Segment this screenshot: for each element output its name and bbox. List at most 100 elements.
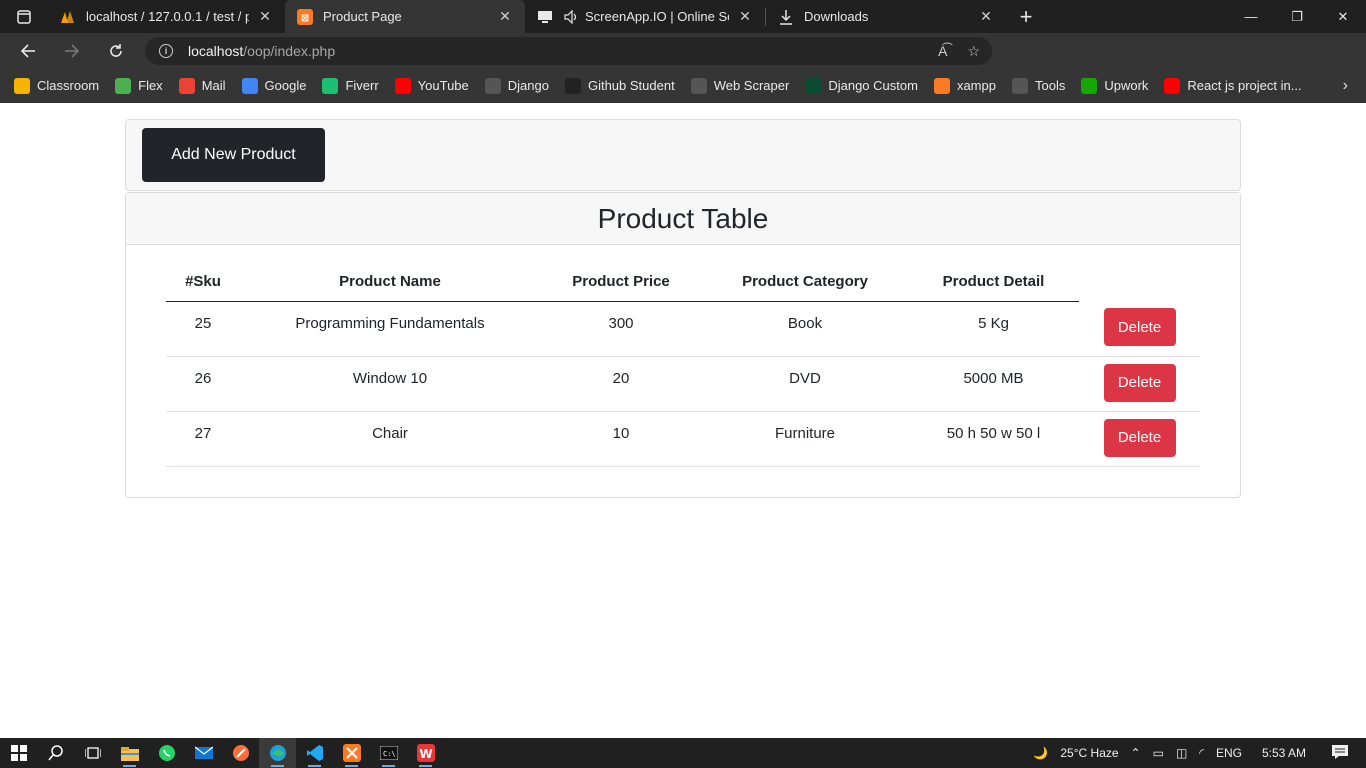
mail-button[interactable] [185,738,222,768]
delete-button[interactable]: Delete [1103,308,1176,346]
read-aloud-icon[interactable]: A͡ [938,43,947,60]
terminal-button[interactable]: C:\ [370,738,407,768]
xampp-control-button[interactable] [333,738,370,768]
bookmark-label: Classroom [37,78,100,93]
cell-price: 300 [540,301,702,357]
cell-name: Window 10 [240,356,540,412]
vscode-button[interactable] [296,738,333,768]
whatsapp-icon [158,745,175,761]
address-bar[interactable]: i localhost/oop/index.php A͡ ☆ [145,37,992,65]
bookmark-favicon-icon [1081,77,1098,94]
cell-sku: 26 [166,356,240,412]
postman-button[interactable] [222,738,259,768]
back-arrow-icon [20,44,35,58]
more-bookmarks-chevron-icon[interactable]: › [1343,77,1348,95]
cell-name: Chair [240,411,540,467]
tab-actions-button[interactable] [0,0,48,33]
tab-product-page[interactable]: ⊠ Product Page ✕ [285,0,525,33]
file-explorer-button[interactable] [111,738,148,768]
product-table-card: Product Table #Sku Product Name Product … [125,192,1241,498]
bookmark-item[interactable]: Django Custom [805,77,918,94]
cell-detail: 50 h 50 w 50 l [908,411,1079,467]
mail-icon [194,746,213,759]
delete-button[interactable]: Delete [1103,418,1176,457]
refresh-button[interactable] [94,33,138,69]
wps-office-icon: W [416,744,435,762]
product-table: #Sku Product Name Product Price Product … [166,263,1200,467]
bookmark-item[interactable]: Web Scraper [690,77,789,94]
favorite-star-icon[interactable]: ☆ [967,43,980,60]
delete-button[interactable]: Delete [1103,363,1176,402]
tab-screenapp[interactable]: ScreenApp.IO | Online Scree ✕ [525,0,765,33]
edge-browser-button[interactable] [259,738,296,768]
language-indicator[interactable]: ENG [1216,746,1242,760]
bookmark-label: YouTube [417,78,469,93]
bookmark-item[interactable]: Flex [115,77,163,94]
bookmark-item[interactable]: YouTube [394,77,469,94]
bookmark-item[interactable]: Django [484,77,549,94]
address-toolbar: i localhost/oop/index.php A͡ ☆ ⧉ ✩ ⧠ ··· [0,33,1366,94]
address-bar-actions: A͡ ☆ [938,43,980,60]
bookmark-item[interactable]: React js project in... [1164,77,1302,94]
wps-office-button[interactable]: W [407,738,444,768]
bookmarks-bar: Classroom Flex Mail Google Fiverr YouTube Djan… [0,69,1366,103]
page-content: Add New Product Product Table #Sku Produ… [0,103,1366,738]
search-icon [47,745,63,761]
tab-phpmyadmin[interactable]: localhost / 127.0.0.1 / test / prod ✕ [48,0,285,33]
tab-actions-icon [17,9,31,24]
close-tab-icon[interactable]: ✕ [497,8,513,25]
weather-icon[interactable]: 🌙 [1033,746,1048,760]
close-tab-icon[interactable]: ✕ [737,8,753,25]
cell-category: DVD [702,356,908,412]
bookmark-label: Github Student [587,78,675,93]
start-button[interactable] [0,738,37,768]
column-header-price: Product Price [540,263,702,302]
add-new-product-button[interactable]: Add New Product [142,128,325,182]
new-tab-button[interactable]: + [1006,4,1046,30]
clock[interactable]: 5:53 AM [1262,746,1306,760]
minimize-button[interactable]: — [1228,0,1274,33]
cell-name: Programming Fundamentals [240,301,540,357]
search-button[interactable] [37,738,74,768]
bookmark-item[interactable]: Github Student [564,77,675,94]
restore-button[interactable]: ❐ [1274,0,1320,33]
bookmark-item[interactable]: xampp [933,77,996,94]
bookmark-item[interactable]: Mail [178,77,226,94]
bookmark-label: Django [507,78,549,93]
tab-strip: localhost / 127.0.0.1 / test / prod ✕ ⊠ … [0,0,1366,33]
table-header-row: #Sku Product Name Product Price Product … [166,263,1200,302]
bookmark-label: Upwork [1104,78,1149,93]
bookmark-label: Flex [138,78,163,93]
cell-action: Delete [1079,301,1200,357]
cell-action: Delete [1079,356,1200,412]
whatsapp-button[interactable] [148,738,185,768]
notifications-icon[interactable] [1332,744,1348,762]
meet-now-icon[interactable]: ◫ [1176,746,1187,760]
battery-icon[interactable]: ▭ [1153,746,1164,760]
bookmark-label: Tools [1034,78,1066,93]
svg-text:⊠: ⊠ [301,13,309,24]
speaker-icon[interactable] [563,9,579,25]
forward-button[interactable] [50,33,94,69]
column-header-detail: Product Detail [908,263,1079,302]
bookmark-item[interactable]: Fiverr [322,77,379,94]
bookmark-item[interactable]: Tools [1011,77,1066,94]
back-button[interactable] [6,33,50,69]
close-tab-icon[interactable]: ✕ [257,8,273,25]
tab-downloads[interactable]: Downloads ✕ [766,0,1006,33]
site-info-icon[interactable]: i [159,44,173,58]
cell-price: 10 [540,411,702,467]
wifi-icon[interactable]: ◜ [1199,746,1204,760]
show-hidden-icons-icon[interactable]: ⌃ [1131,746,1141,760]
bookmark-label: xampp [956,78,996,93]
bookmark-item[interactable]: Upwork [1081,77,1149,94]
bookmark-item[interactable]: Google [241,77,306,94]
tab-title: ScreenApp.IO | Online Scree [585,9,729,24]
close-tab-icon[interactable]: ✕ [978,8,994,25]
weather-text[interactable]: 25°C Haze [1060,746,1118,760]
close-window-button[interactable]: ✕ [1320,0,1366,33]
bookmark-item[interactable]: Classroom [14,77,100,94]
task-view-button[interactable] [74,738,111,768]
bookmark-favicon-icon [241,77,258,94]
window-controls: — ❐ ✕ [1228,0,1366,33]
